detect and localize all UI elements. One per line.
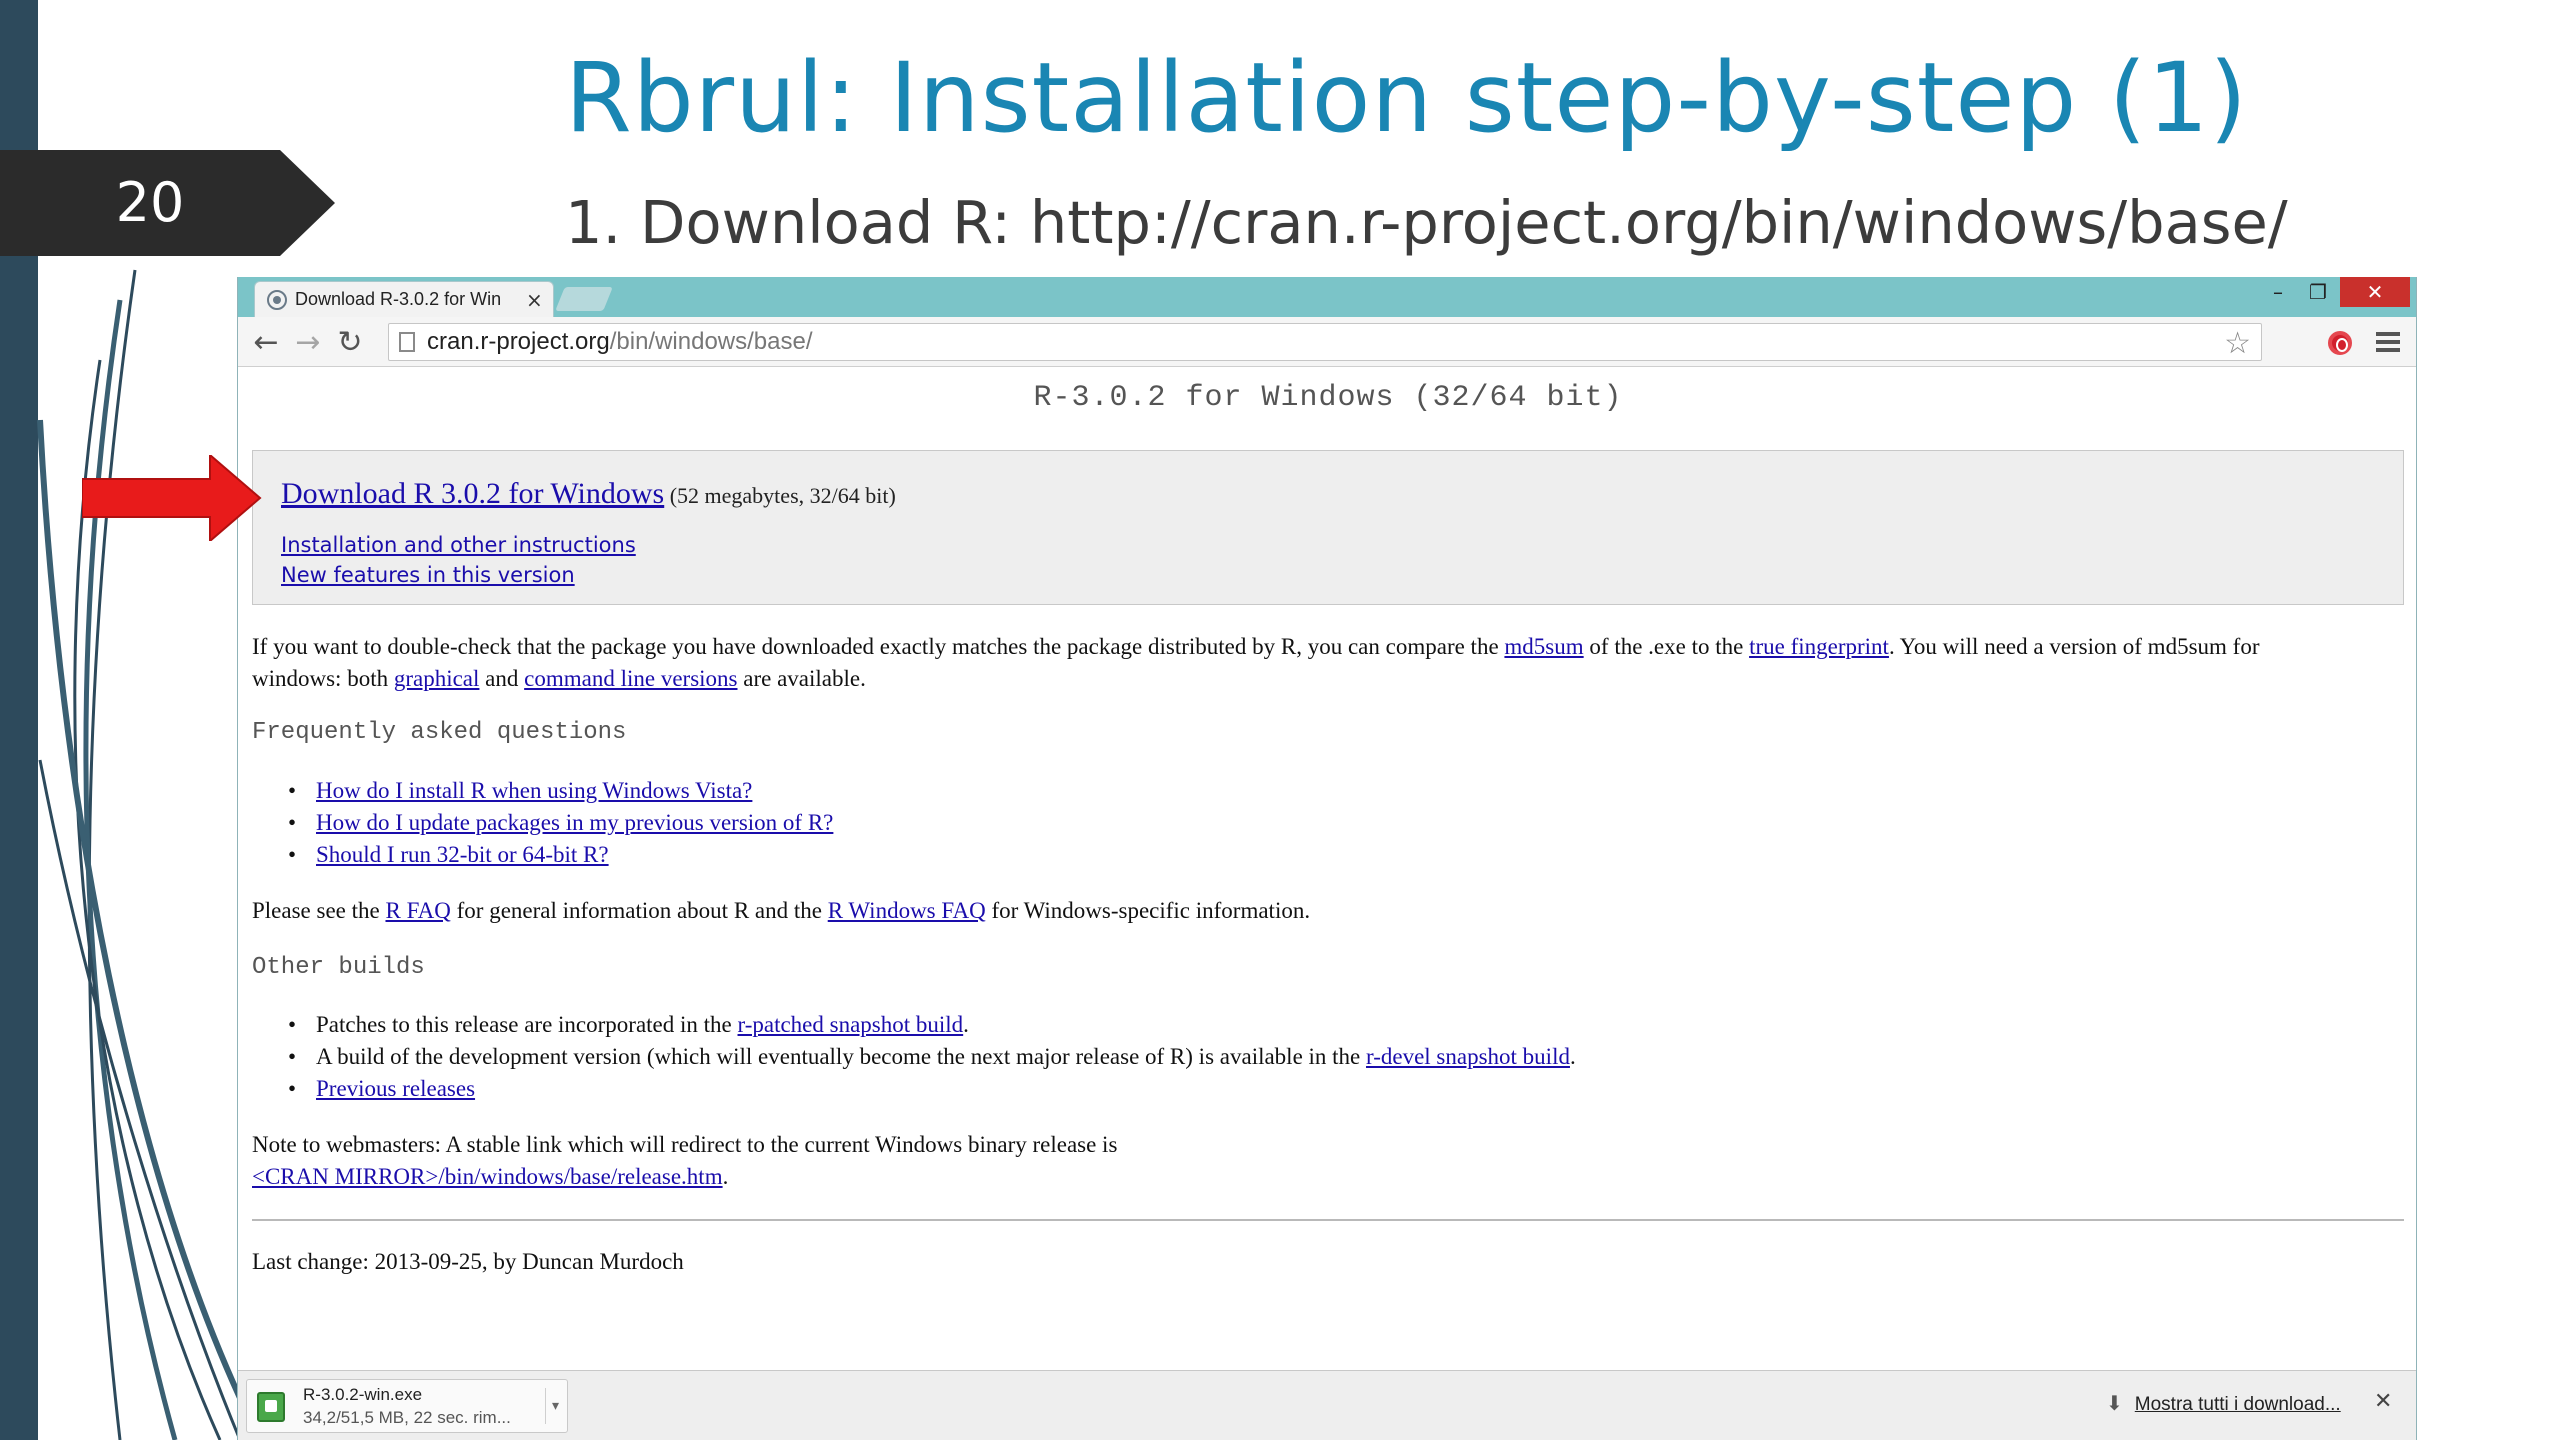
cran-mirror-link[interactable]: <CRAN MIRROR>/bin/windows/base/release.h… bbox=[252, 1164, 723, 1189]
graphical-link[interactable]: graphical bbox=[394, 666, 480, 691]
md5sum-link[interactable]: md5sum bbox=[1504, 634, 1583, 659]
browser-toolbar: ← → ↻ cran.r-project.org/bin/windows/bas… bbox=[238, 317, 2416, 367]
r-patched-link[interactable]: r-patched snapshot build bbox=[738, 1012, 964, 1037]
text: Note to webmasters: A stable link which … bbox=[252, 1132, 1118, 1157]
show-all-downloads-link[interactable]: Mostra tutti i download... bbox=[2135, 1394, 2341, 1415]
list-item: How do I update packages in my previous … bbox=[288, 807, 833, 839]
list-item: How do I install R when using Windows Vi… bbox=[288, 775, 833, 807]
r-windows-faq-link[interactable]: R Windows FAQ bbox=[828, 898, 986, 923]
close-window-button[interactable]: ✕ bbox=[2340, 277, 2410, 307]
text: of the .exe to the bbox=[1583, 634, 1750, 659]
download-line: Download R 3.0.2 for Windows (52 megabyt… bbox=[281, 477, 896, 511]
tab-title: Download R-3.0.2 for Win bbox=[295, 289, 502, 309]
text: . bbox=[1569, 1044, 1576, 1069]
browser-tab[interactable]: Download R-3.0.2 for Win × bbox=[254, 281, 554, 317]
new-tab-button[interactable] bbox=[555, 287, 613, 311]
close-icon[interactable]: ✕ bbox=[2374, 1389, 2392, 1414]
browser-window: Download R-3.0.2 for Win × – ❐ ✕ ← → ↻ c… bbox=[237, 277, 2417, 1440]
url-host: cran.r-project.org bbox=[427, 328, 610, 355]
other-builds-heading: Other builds bbox=[252, 954, 425, 981]
slide-title: Rbrul: Installation step-by-step (1) bbox=[565, 42, 2248, 154]
text: A build of the development version (whic… bbox=[316, 1044, 1367, 1069]
r-faq-link[interactable]: R FAQ bbox=[385, 898, 450, 923]
page-heading: R-3.0.2 for Windows (32/64 bit) bbox=[1033, 381, 1623, 415]
download-shelf: R-3.0.2-win.exe 34,2/51,5 MB, 22 sec. ri… bbox=[238, 1370, 2416, 1440]
faq-paragraph: Please see the R FAQ for general informa… bbox=[252, 898, 1310, 924]
installation-instructions-link[interactable]: Installation and other instructions bbox=[281, 533, 636, 557]
back-icon[interactable]: ← bbox=[246, 325, 286, 360]
list-item: Previous releases bbox=[288, 1073, 1576, 1105]
slide-subtitle: 1. Download R: http://cran.r-project.org… bbox=[565, 188, 2288, 257]
slide-number: 20 bbox=[115, 171, 185, 234]
builds-list: Patches to this release are incorporated… bbox=[288, 1009, 1576, 1105]
download-arrow-icon: ⬇ bbox=[2106, 1393, 2123, 1415]
download-size: (52 megabytes, 32/64 bit) bbox=[664, 483, 896, 508]
forward-icon[interactable]: → bbox=[288, 325, 328, 360]
previous-releases-link[interactable]: Previous releases bbox=[316, 1076, 475, 1101]
text: and bbox=[479, 666, 525, 691]
text: If you want to double-check that the pac… bbox=[252, 634, 1505, 659]
text: for Windows-specific information. bbox=[985, 898, 1311, 923]
list-item: A build of the development version (whic… bbox=[288, 1041, 1576, 1073]
text: windows: both bbox=[252, 666, 394, 691]
address-bar[interactable]: cran.r-project.org/bin/windows/base/ ☆ bbox=[388, 323, 2262, 361]
show-all-downloads[interactable]: ⬇ Mostra tutti i download... bbox=[2106, 1391, 2341, 1416]
r-favicon-icon bbox=[267, 289, 287, 310]
r-devel-link[interactable]: r-devel snapshot build bbox=[1366, 1044, 1570, 1069]
text: . You will need a version of md5sum for bbox=[1888, 634, 2260, 659]
last-change: Last change: 2013-09-25, by Duncan Murdo… bbox=[252, 1249, 684, 1274]
faq-vista-link[interactable]: How do I install R when using Windows Vi… bbox=[316, 778, 752, 803]
text: Please see the bbox=[252, 898, 386, 923]
star-icon[interactable]: ☆ bbox=[2224, 326, 2251, 361]
red-arrow-annotation bbox=[82, 455, 262, 541]
opera-extension-icon[interactable] bbox=[2328, 331, 2352, 355]
list-item: Should I run 32-bit or 64-bit R? bbox=[288, 839, 833, 871]
menu-icon[interactable] bbox=[2374, 329, 2402, 355]
true-fingerprint-link[interactable]: true fingerprint bbox=[1749, 634, 1889, 659]
faq-list: How do I install R when using Windows Vi… bbox=[288, 775, 833, 871]
divider bbox=[252, 1219, 2404, 1221]
text: . bbox=[722, 1164, 729, 1189]
command-line-versions-link[interactable]: command line versions bbox=[524, 666, 737, 691]
page-content: R-3.0.2 for Windows (32/64 bit) Download… bbox=[238, 367, 2416, 1367]
text: are available. bbox=[737, 666, 866, 691]
text: for general information about R and the bbox=[450, 898, 828, 923]
new-features-link[interactable]: New features in this version bbox=[281, 563, 575, 587]
faq-heading: Frequently asked questions bbox=[252, 719, 627, 746]
faq-32-64-bit-link[interactable]: Should I run 32-bit or 64-bit R? bbox=[316, 842, 609, 867]
download-box: Download R 3.0.2 for Windows (52 megabyt… bbox=[252, 450, 2404, 605]
exe-file-icon bbox=[257, 1392, 285, 1422]
browser-titlebar: Download R-3.0.2 for Win × – ❐ ✕ bbox=[238, 277, 2416, 317]
download-item[interactable]: R-3.0.2-win.exe 34,2/51,5 MB, 22 sec. ri… bbox=[246, 1379, 568, 1433]
faq-update-packages-link[interactable]: How do I update packages in my previous … bbox=[316, 810, 833, 835]
md5-paragraph: If you want to double-check that the pac… bbox=[252, 631, 2402, 695]
webmasters-note: Note to webmasters: A stable link which … bbox=[252, 1129, 1117, 1193]
reload-icon[interactable]: ↻ bbox=[330, 325, 370, 360]
tab-close-icon[interactable]: × bbox=[526, 288, 543, 312]
download-r-link[interactable]: Download R 3.0.2 for Windows bbox=[281, 477, 664, 510]
list-item: Patches to this release are incorporated… bbox=[288, 1009, 1576, 1041]
url-path: /bin/windows/base/ bbox=[609, 328, 813, 355]
text: Patches to this release are incorporated… bbox=[316, 1012, 738, 1037]
chevron-down-icon[interactable]: ▾ bbox=[545, 1388, 565, 1424]
page-icon bbox=[399, 332, 415, 352]
text: . bbox=[963, 1012, 969, 1037]
download-progress: 34,2/51,5 MB, 22 sec. rim... bbox=[303, 1408, 511, 1427]
restore-button[interactable]: ❐ bbox=[2298, 277, 2338, 307]
download-filename: R-3.0.2-win.exe bbox=[303, 1385, 423, 1404]
minimize-button[interactable]: – bbox=[2258, 277, 2298, 307]
